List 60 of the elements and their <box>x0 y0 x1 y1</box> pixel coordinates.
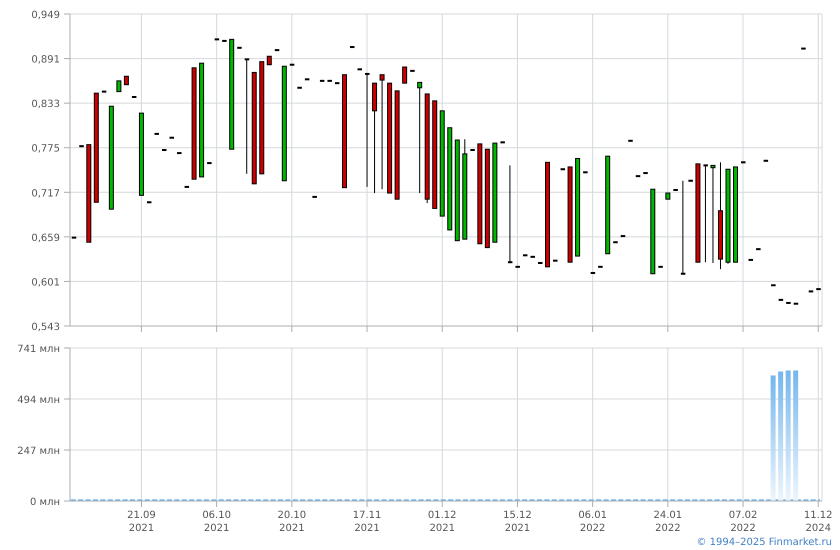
candlestick <box>756 248 761 250</box>
date-axis-label: 24.01 2022 <box>654 510 682 534</box>
candlestick <box>470 149 475 152</box>
volume-axis-label: 741 млн <box>17 344 60 355</box>
candlestick <box>583 171 588 174</box>
candlestick <box>500 141 505 144</box>
candlestick <box>72 236 76 239</box>
candlestick <box>290 64 294 66</box>
candlestick <box>748 258 754 261</box>
candlestick <box>350 46 354 48</box>
candlestick <box>410 70 415 72</box>
candlestick <box>154 132 159 135</box>
candlestick <box>124 76 129 86</box>
date-axis-label: 06.10 2021 <box>202 510 231 534</box>
candlestick <box>79 145 84 148</box>
date-axis-label: 15.12 2021 <box>503 510 532 534</box>
candlestick <box>402 66 408 84</box>
date-axis-label: 21.09 2021 <box>127 510 156 534</box>
candlestick <box>764 160 768 162</box>
candlestick <box>358 68 362 70</box>
price-axis-label: 0,949 <box>31 10 60 21</box>
price-axis-label: 0,601 <box>31 277 60 288</box>
candlestick <box>170 136 174 139</box>
price-axis-label: 0,659 <box>31 232 60 244</box>
candlestick <box>146 201 152 204</box>
price-axis-label: 0,717 <box>31 188 60 200</box>
candlestick <box>312 196 317 198</box>
candlestick <box>116 80 122 92</box>
date-axis-label: 20.10 2021 <box>278 510 306 534</box>
price-axis-label: 0,543 <box>31 322 60 333</box>
volume-axis-label: 494 млн <box>17 395 60 406</box>
copyright-link[interactable]: © 1994–2025 Finmarket.ru <box>696 537 832 548</box>
candlestick <box>688 180 693 182</box>
candlestick <box>177 152 182 154</box>
volume-axis-label: 0 млн <box>30 497 60 508</box>
date-axis-label: 11.12 2024 <box>804 510 833 534</box>
volume-axis-label: 247 млн <box>17 446 60 457</box>
candlestick <box>560 168 566 170</box>
candlestick <box>515 266 520 268</box>
price-axis-label: 0,775 <box>31 144 60 155</box>
candlestick <box>658 266 663 268</box>
date-axis-label: 06.01 2022 <box>578 510 607 534</box>
candlestick <box>304 78 310 80</box>
candlestick <box>741 161 746 164</box>
candlestick <box>207 162 212 164</box>
price-axis-label: 0,833 <box>31 99 60 110</box>
candlestick <box>184 186 190 188</box>
candlestick <box>628 140 633 142</box>
candlestick <box>132 96 136 98</box>
date-axis-label: 07.02 2022 <box>728 510 758 534</box>
candlestick <box>771 284 776 286</box>
candlestick <box>553 260 558 262</box>
candlestick <box>237 46 242 49</box>
price-axis-label: 0,891 <box>31 54 60 66</box>
candlestick <box>801 48 806 50</box>
candlestick <box>297 86 302 89</box>
candlestick <box>102 90 106 93</box>
date-axis-label: 01.12 2021 <box>428 510 457 534</box>
date-axis-label: 17.11 2021 <box>352 510 382 534</box>
candlestick <box>162 149 166 152</box>
